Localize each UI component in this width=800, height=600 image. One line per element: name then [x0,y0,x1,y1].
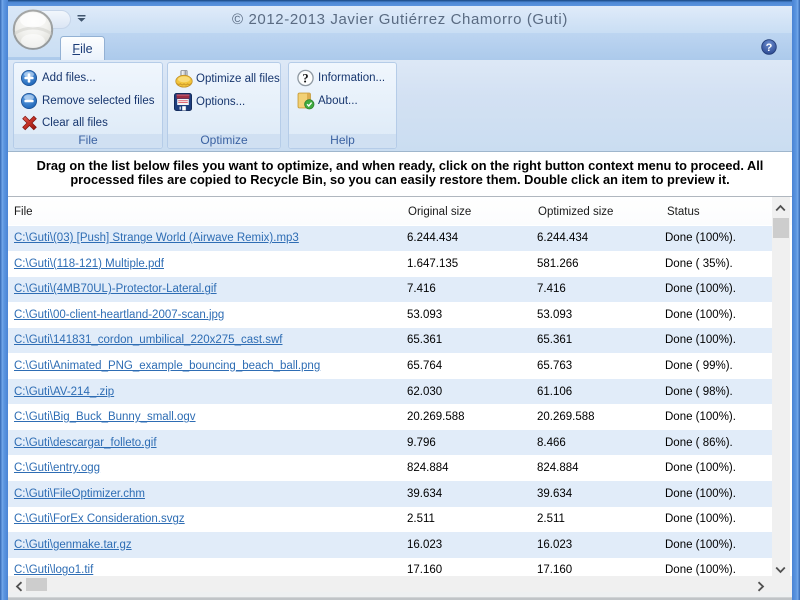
svg-text:?: ? [302,71,308,85]
svg-text:?: ? [766,42,773,54]
